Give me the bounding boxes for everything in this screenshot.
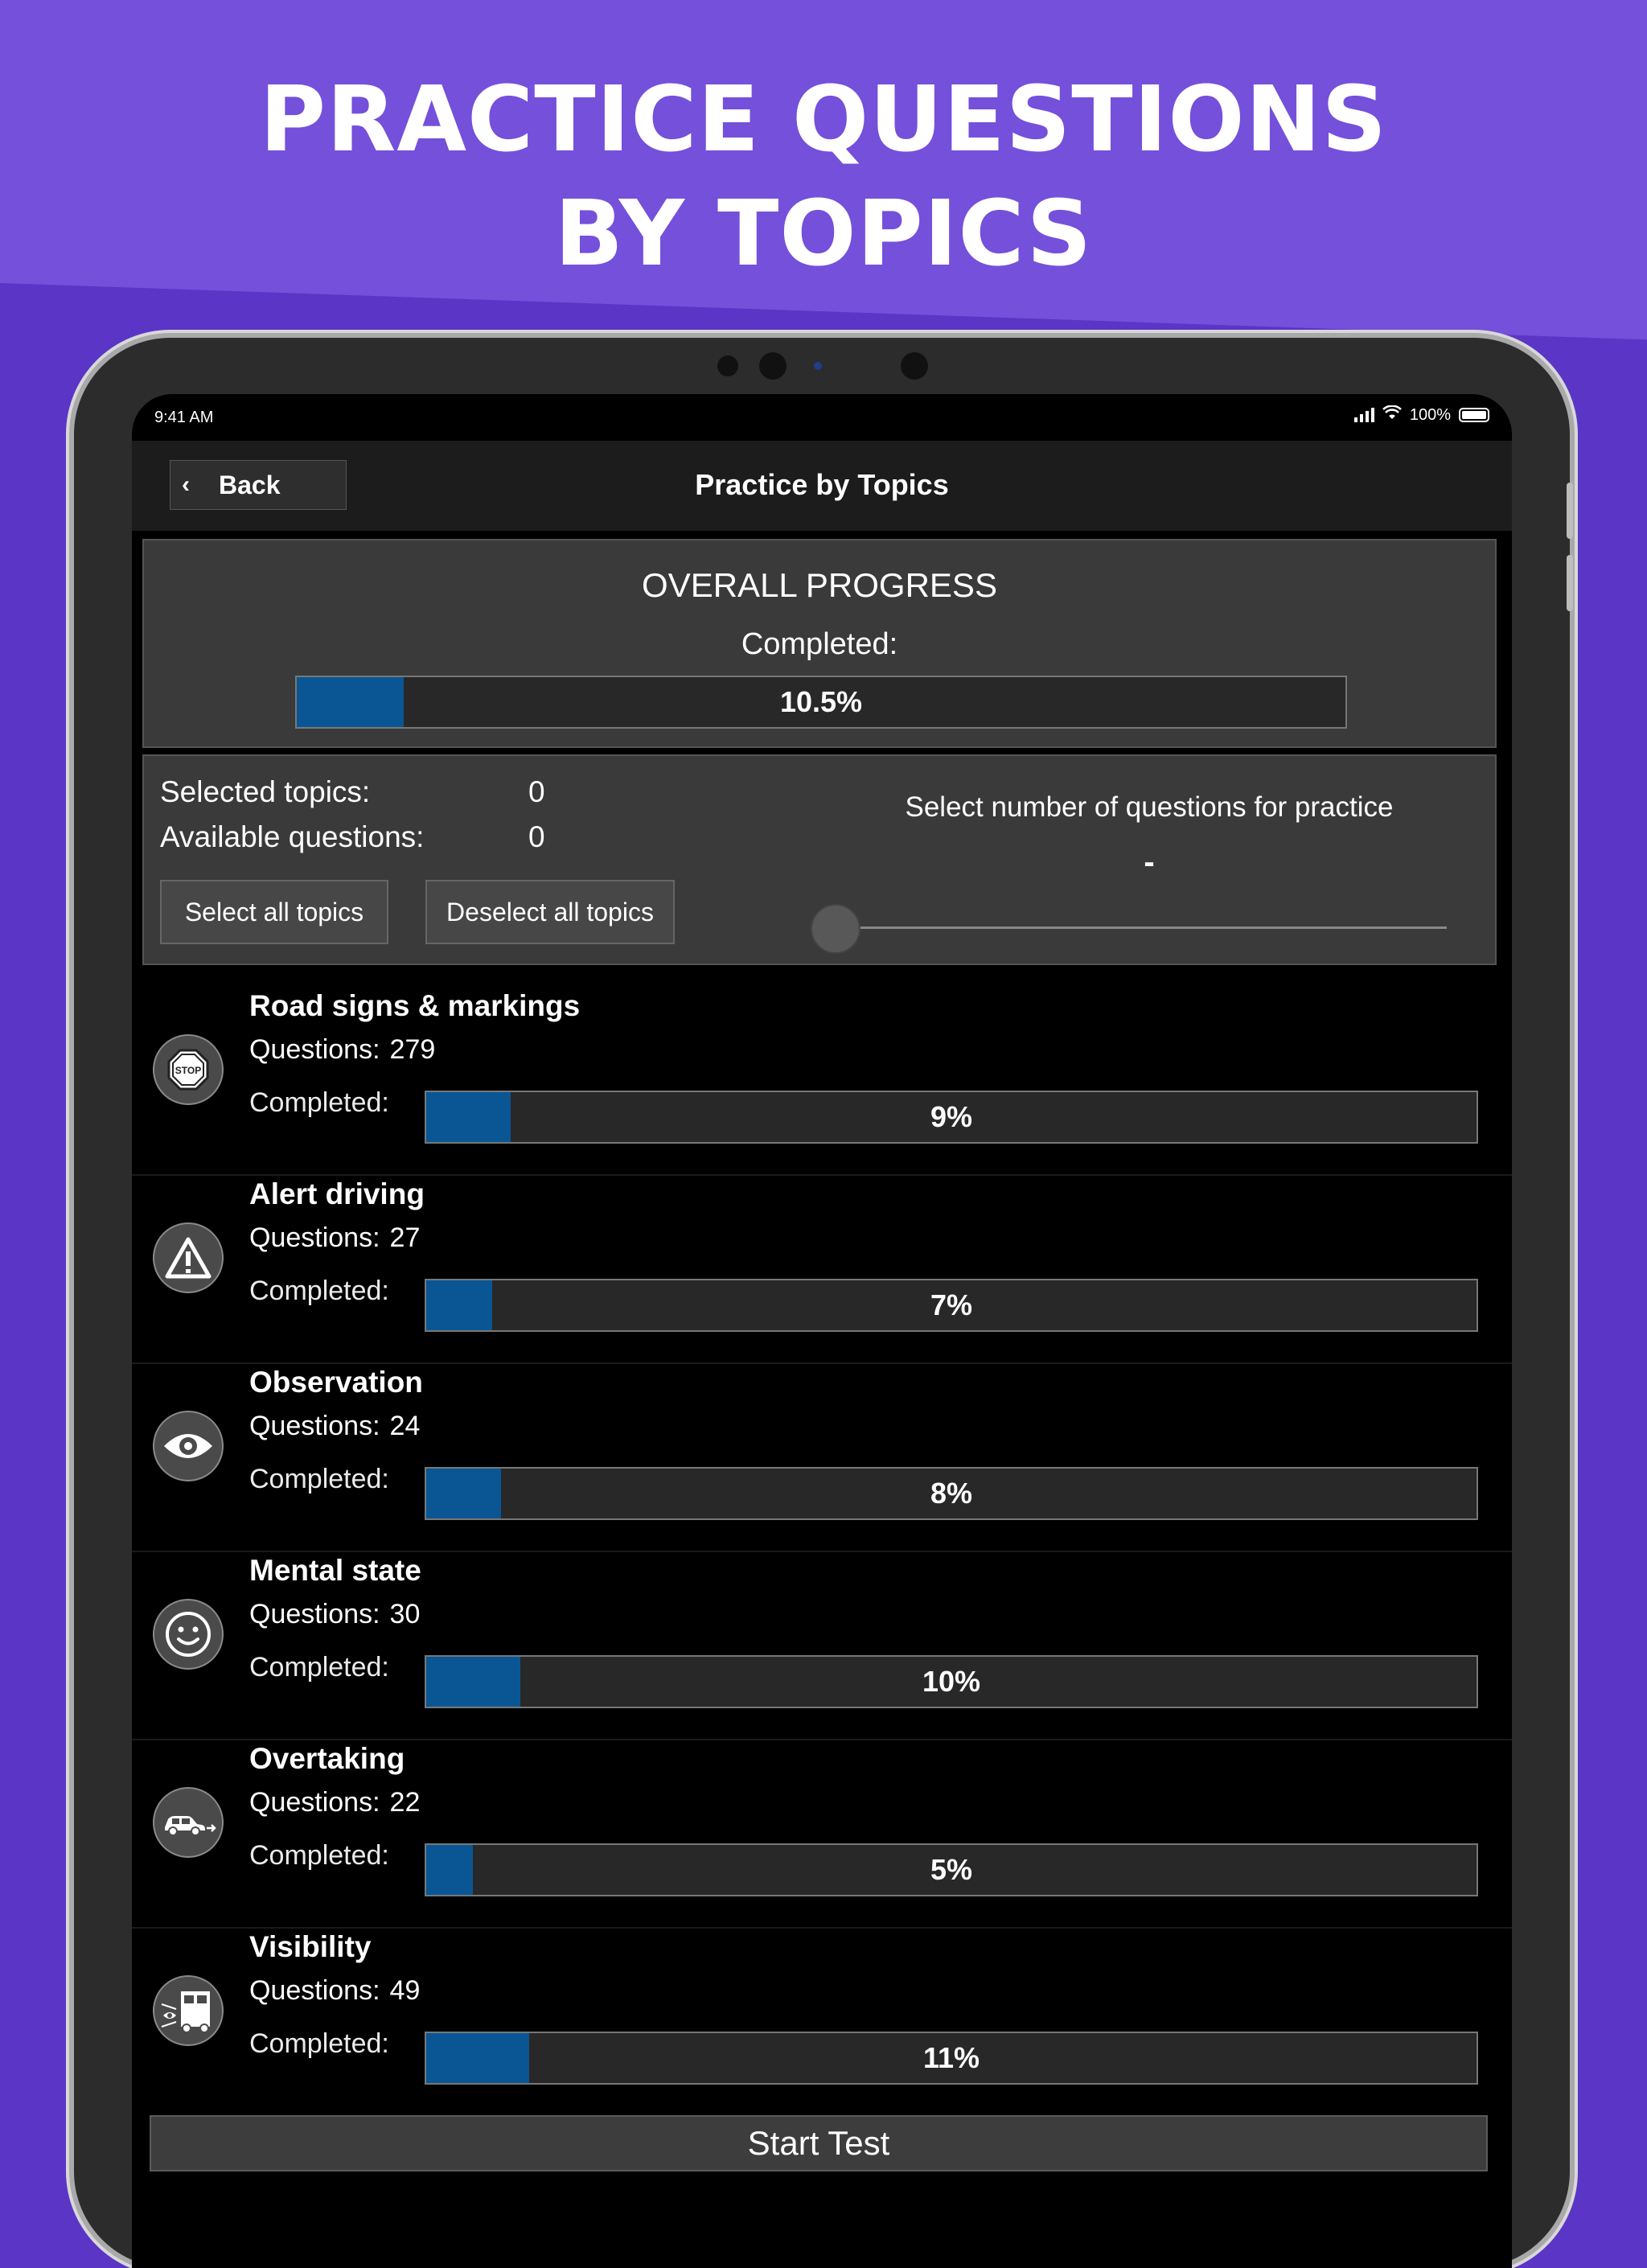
- stop-sign-icon: STOP: [153, 1034, 224, 1105]
- battery-icon: [1459, 408, 1489, 422]
- start-test-button[interactable]: Start Test: [150, 2115, 1488, 2171]
- sensor-dot: [759, 352, 787, 380]
- topic-questions: Questions: 22: [249, 1787, 420, 1818]
- topic-completed-label: Completed:: [249, 2028, 389, 2059]
- overall-progress-panel: OVERALL PROGRESS Completed: 10.5%: [142, 539, 1497, 748]
- topic-questions-count: 27: [389, 1222, 421, 1253]
- topic-questions-label: Questions:: [249, 1975, 380, 2006]
- deselect-all-topics-button[interactable]: Deselect all topics: [425, 880, 675, 944]
- topic-questions-count: 24: [389, 1411, 421, 1441]
- sensor-dot: [717, 355, 738, 376]
- topic-progress-bar: 9%: [425, 1091, 1478, 1144]
- topic-questions-label: Questions:: [249, 1411, 380, 1441]
- topic-questions: Questions: 49: [249, 1975, 420, 2007]
- topic-row[interactable]: Visibility Questions: 49 Completed: 11%: [132, 1930, 1512, 2117]
- question-count-slider-knob[interactable]: [811, 904, 860, 954]
- battery-percent: 100%: [1409, 405, 1451, 424]
- selected-topics-value: 0: [528, 775, 545, 808]
- topic-completed-label: Completed:: [249, 1464, 389, 1494]
- topic-questions-count: 279: [389, 1034, 436, 1065]
- question-count-value: -: [1144, 844, 1155, 880]
- svg-text:STOP: STOP: [175, 1065, 201, 1076]
- topic-questions-label: Questions:: [249, 1034, 380, 1065]
- available-questions-label: Available questions:: [160, 820, 425, 853]
- volume-up-button: [1567, 483, 1573, 539]
- overall-progress-value: 10.5%: [779, 685, 863, 718]
- headline-line-1: PRACTICE QUESTIONS: [260, 68, 1387, 172]
- warning-icon: [153, 1222, 224, 1293]
- selected-topics-label: Selected topics:: [160, 775, 371, 808]
- topic-row[interactable]: STOP Road signs & markings Questions: 279 Co…: [132, 989, 1512, 1176]
- car-overtaking-icon: [153, 1787, 224, 1858]
- select-all-topics-button[interactable]: Select all topics: [160, 880, 388, 944]
- topic-completed-label: Completed:: [249, 1840, 389, 1871]
- topic-progress-value: 10%: [922, 1665, 981, 1698]
- topic-completed-label: Completed:: [249, 1652, 389, 1683]
- topic-name: Overtaking: [249, 1742, 405, 1775]
- headline: PRACTICE QUESTIONS BY TOPICS: [0, 63, 1647, 291]
- topic-progress-value: 11%: [922, 2041, 980, 2074]
- topic-selection-panel: Selected topics: 0 Available questions: …: [142, 754, 1497, 965]
- question-count-slider-track[interactable]: [836, 927, 1447, 929]
- volume-down-button: [1567, 555, 1573, 611]
- topic-progress-value: 9%: [930, 1100, 973, 1133]
- topic-progress-value: 7%: [930, 1288, 973, 1321]
- eye-icon: [153, 1411, 224, 1481]
- topic-questions: Questions: 30: [249, 1599, 420, 1630]
- overall-progress-bar: 10.5%: [295, 676, 1347, 729]
- topic-progress-bar: 7%: [425, 1279, 1478, 1332]
- topic-row[interactable]: Overtaking Questions: 22 Completed: 5%: [132, 1742, 1512, 1929]
- smiley-icon: [153, 1599, 224, 1670]
- status-time: 9:41 AM: [154, 409, 214, 426]
- topic-name: Alert driving: [249, 1177, 425, 1210]
- topic-progress-bar: 11%: [425, 2032, 1478, 2085]
- topic-questions-count: 49: [389, 1975, 421, 2006]
- topic-progress-value: 8%: [930, 1477, 973, 1510]
- sensor-dot: [901, 352, 928, 380]
- camera-lens: [814, 362, 822, 370]
- topic-name: Observation: [249, 1366, 423, 1399]
- topic-row[interactable]: Alert driving Questions: 27 Completed: 7%: [132, 1177, 1512, 1364]
- cellular-signal-icon: [1353, 408, 1374, 422]
- status-icons: 100%: [1353, 405, 1489, 425]
- status-bar: 9:41 AM 100%: [132, 394, 1512, 441]
- navigation-bar: ‹ Back Practice by Topics: [132, 441, 1512, 531]
- screen: 9:41 AM 100% ‹ Back Practice by Topics O…: [132, 394, 1512, 2268]
- topic-progress-bar: 10%: [425, 1655, 1478, 1708]
- topic-progress-bar: 8%: [425, 1467, 1478, 1520]
- topic-row[interactable]: Mental state Questions: 30 Completed: 10%: [132, 1554, 1512, 1740]
- topic-name: Road signs & markings: [249, 989, 581, 1022]
- topic-completed-label: Completed:: [249, 1276, 389, 1306]
- headline-line-2: BY TOPICS: [554, 182, 1093, 286]
- topic-row[interactable]: Observation Questions: 24 Completed: 8%: [132, 1366, 1512, 1552]
- topic-questions: Questions: 24: [249, 1411, 420, 1442]
- tablet-frame: 9:41 AM 100% ‹ Back Practice by Topics O…: [74, 338, 1573, 2268]
- overall-progress-title: OVERALL PROGRESS: [642, 566, 997, 604]
- topic-questions-label: Questions:: [249, 1599, 380, 1629]
- topic-questions-count: 30: [389, 1599, 421, 1629]
- topic-completed-label: Completed:: [249, 1087, 389, 1118]
- topic-questions-count: 22: [389, 1787, 421, 1818]
- page-title: Practice by Topics: [695, 468, 949, 501]
- topic-progress-value: 5%: [930, 1853, 973, 1886]
- topic-name: Visibility: [249, 1930, 372, 1963]
- topic-questions-label: Questions:: [249, 1787, 380, 1818]
- topic-questions: Questions: 27: [249, 1222, 420, 1254]
- topic-questions-label: Questions:: [249, 1222, 380, 1253]
- truck-visibility-icon: [153, 1975, 224, 2046]
- question-count-title: Select number of questions for practice: [905, 791, 1394, 823]
- overall-completed-label: Completed:: [741, 627, 898, 661]
- topic-name: Mental state: [249, 1554, 421, 1587]
- available-questions-value: 0: [528, 820, 545, 853]
- topic-questions: Questions: 279: [249, 1034, 435, 1066]
- topic-progress-bar: 5%: [425, 1843, 1478, 1896]
- wifi-icon: [1382, 405, 1402, 425]
